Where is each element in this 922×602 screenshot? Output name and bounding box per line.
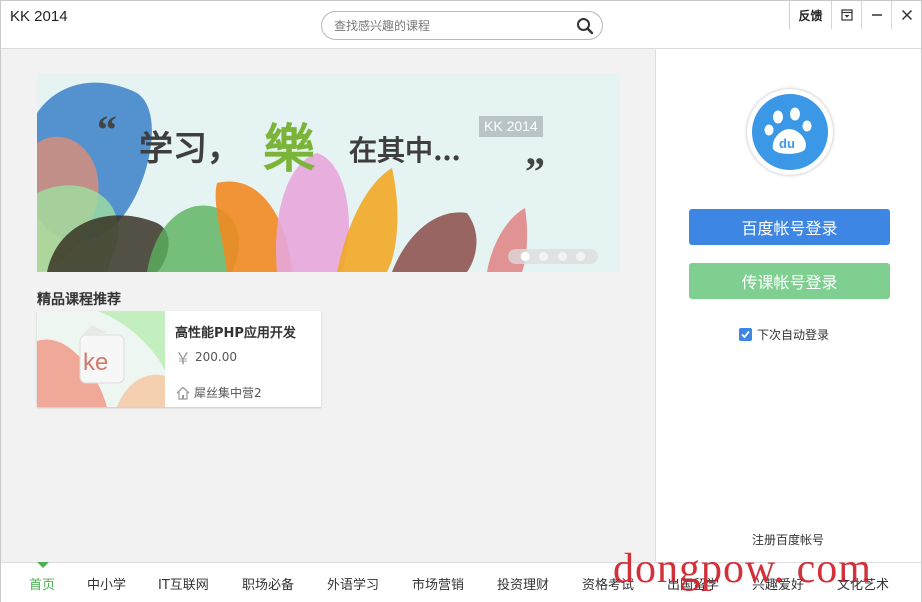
banner-dot[interactable]	[539, 252, 549, 261]
home-icon	[176, 386, 190, 400]
course-price: ￥ 200.00	[175, 345, 237, 369]
svg-text:du: du	[779, 136, 795, 151]
course-thumb-label: ke	[83, 349, 109, 376]
banner-slogan-char: 樂	[263, 119, 316, 180]
baidu-login-button[interactable]: 百度帐号登录	[689, 209, 890, 245]
baidu-avatar: du	[747, 89, 833, 175]
title-bar: KK 2014 反馈	[1, 1, 921, 49]
feedback-button[interactable]: 反馈	[789, 1, 831, 29]
minimize-icon	[871, 14, 882, 16]
nav-item-k12[interactable]: 中小学	[87, 574, 126, 593]
app-title: KK 2014	[10, 8, 68, 25]
active-tab-indicator	[37, 562, 49, 568]
nav-item-it[interactable]: IT互联网	[158, 574, 209, 593]
course-price-value: 200.00	[195, 350, 238, 364]
course-provider-name: 犀丝集中营2	[194, 386, 262, 400]
login-panel: du 百度帐号登录 传课帐号登录 下次自动登录 注册百度帐号	[655, 49, 921, 562]
nav-item-language[interactable]: 外语学习	[327, 574, 379, 593]
banner-dot[interactable]	[520, 252, 530, 261]
banner-artwork: “ ”	[37, 82, 545, 272]
nav-item-career[interactable]: 职场必备	[242, 574, 294, 593]
ke-login-button[interactable]: 传课帐号登录	[689, 263, 890, 299]
menu-button[interactable]	[831, 1, 861, 29]
main-content: “ ” 学习， 樂 在其中… KK 2014 精品课程推荐 ke 高性能PHP应…	[1, 49, 655, 562]
close-button[interactable]	[891, 1, 921, 29]
baidu-paw-icon: du	[752, 94, 828, 170]
banner-dot[interactable]	[557, 252, 567, 261]
nav-item-marketing[interactable]: 市场营销	[412, 574, 464, 593]
banner-slogan-1: 学习，	[139, 129, 241, 169]
search-box[interactable]	[321, 11, 603, 40]
dropdown-menu-icon	[840, 9, 853, 21]
nav-item-finance[interactable]: 投资理财	[497, 574, 549, 593]
search-input[interactable]	[334, 16, 564, 36]
course-provider[interactable]: 犀丝集中营2	[175, 384, 262, 401]
recommend-title: 精品课程推荐	[37, 292, 121, 308]
course-name[interactable]: 高性能PHP应用开发	[175, 322, 296, 341]
svg-text:“: “	[97, 107, 117, 152]
banner-pagination[interactable]	[508, 249, 598, 264]
banner-badge: KK 2014	[479, 116, 543, 137]
svg-text:”: ”	[525, 149, 545, 194]
search-icon[interactable]	[576, 17, 594, 35]
promo-banner[interactable]: “ ” 学习， 樂 在其中… KK 2014	[37, 73, 620, 272]
minimize-button[interactable]	[861, 1, 891, 29]
course-thumbnail[interactable]: ke	[37, 311, 165, 407]
course-card[interactable]: ke 高性能PHP应用开发 ￥ 200.00 犀丝集中营2	[37, 311, 321, 407]
auto-login-label: 下次自动登录	[757, 328, 830, 342]
watermark-text: dongpow. com	[613, 546, 872, 592]
close-icon	[901, 9, 912, 21]
checkmark-icon	[741, 330, 750, 339]
app-window: KK 2014 反馈	[0, 0, 922, 602]
window-controls: 反馈	[789, 1, 921, 29]
banner-slogan-2: 在其中…	[349, 134, 462, 167]
nav-item-home[interactable]: 首页	[29, 574, 55, 593]
auto-login-checkbox[interactable]	[739, 328, 752, 341]
auto-login-option[interactable]: 下次自动登录	[739, 326, 829, 343]
currency-symbol: ￥	[175, 349, 192, 368]
banner-dot[interactable]	[576, 252, 586, 261]
